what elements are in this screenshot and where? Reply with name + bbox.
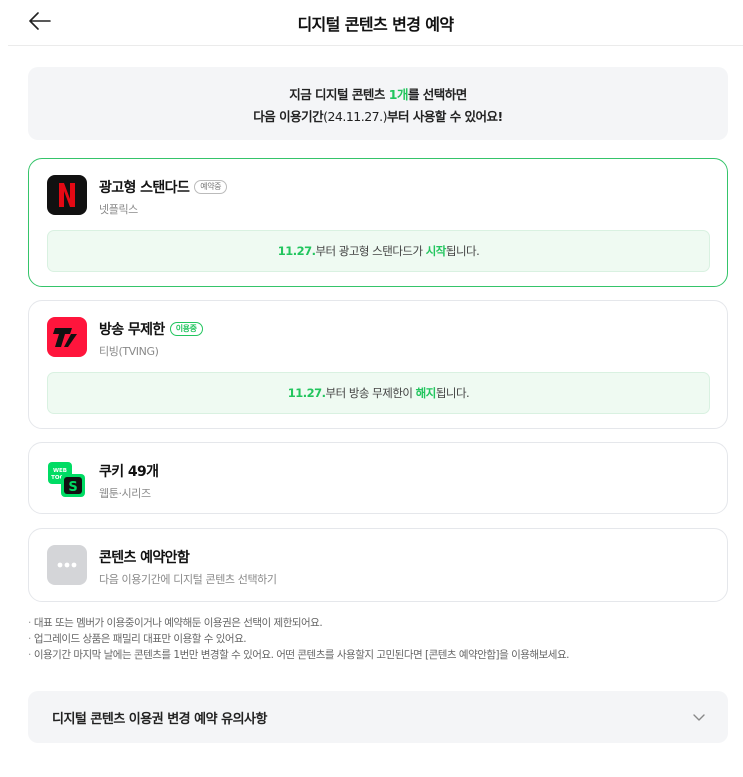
status-badge: 예약중: [194, 180, 228, 194]
card-title: 쿠키 49개: [99, 464, 159, 480]
content-card-webtoon[interactable]: WEB TOON S 쿠키 49개 웹툰·시리즈: [28, 442, 728, 514]
card-subtitle: 다음 이용기간에 디지털 콘텐츠 선택하기: [99, 573, 277, 586]
more-dots-icon: [47, 545, 87, 585]
notice-item: 대표 또는 멤버가 이용중이거나 예약해둔 이용권은 선택이 제한되어요.: [28, 615, 728, 631]
caution-accordion[interactable]: 디지털 콘텐츠 이용권 변경 예약 유의사항: [28, 691, 728, 743]
card-title: 광고형 스탠다드: [99, 180, 190, 196]
notice-item: 이용기간 마지막 날에는 콘텐츠를 1번만 변경할 수 있어요. 어떤 콘텐츠를…: [28, 647, 728, 663]
svg-text:WEB: WEB: [53, 468, 67, 474]
card-subtitle: 티빙(TVING): [99, 345, 159, 358]
accordion-title: 디지털 콘텐츠 이용권 변경 예약 유의사항: [52, 712, 267, 727]
notice-line-1: 지금 디지털 콘텐츠 1개를 선택하면: [289, 87, 467, 102]
status-badge: 이용중: [169, 322, 203, 336]
page-title: 디지털 콘텐츠 변경 예약: [297, 15, 454, 34]
notice-list: 대표 또는 멤버가 이용중이거나 예약해둔 이용권은 선택이 제한되어요. 업그…: [28, 615, 728, 663]
content-card-netflix[interactable]: 광고형 스탠다드 예약중 넷플릭스 11.27.부터 광고형 스탠다드가 시작됩…: [28, 158, 728, 287]
content-card-tving[interactable]: 방송 무제한 이용중 티빙(TVING) 11.27.부터 방송 무제한이 해지…: [28, 300, 728, 429]
top-bar: 디지털 콘텐츠 변경 예약: [8, 0, 743, 46]
chevron-down-icon: [693, 714, 705, 721]
schedule-info: 11.27.부터 광고형 스탠다드가 시작됩니다.: [47, 230, 710, 272]
selection-notice: 지금 디지털 콘텐츠 1개를 선택하면 다음 이용기간(24.11.27.)부터…: [28, 67, 728, 140]
card-subtitle: 넷플릭스: [99, 203, 138, 216]
notice-line-2: 다음 이용기간(24.11.27.)부터 사용할 수 있어요!: [253, 109, 503, 124]
tving-logo-icon: [47, 317, 87, 357]
notice-item: 업그레이드 상품은 패밀리 대표만 이용할 수 있어요.: [28, 631, 728, 647]
content-card-no-reservation[interactable]: 콘텐츠 예약안함 다음 이용기간에 디지털 콘텐츠 선택하기: [28, 528, 728, 602]
schedule-info: 11.27.부터 방송 무제한이 해지됩니다.: [47, 372, 710, 414]
card-subtitle: 웹툰·시리즈: [99, 487, 151, 500]
webtoon-logo-icon: WEB TOON S: [47, 459, 87, 499]
card-title: 방송 무제한: [99, 322, 165, 338]
card-title: 콘텐츠 예약안함: [99, 550, 190, 566]
svg-text:S: S: [68, 480, 77, 495]
netflix-logo-icon: [47, 175, 87, 215]
